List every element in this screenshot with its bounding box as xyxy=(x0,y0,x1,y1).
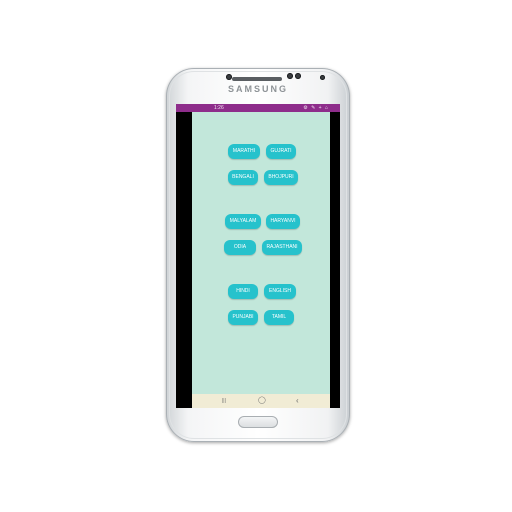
status-icons: ⚙ ✎ + ⌂ xyxy=(303,105,329,111)
language-button-tamil[interactable]: TAMIL xyxy=(264,310,294,325)
status-bar: 1:26 ⚙ ✎ + ⌂ xyxy=(176,104,340,112)
language-button-english[interactable]: ENGLISH xyxy=(264,284,296,299)
language-button-haryanvi[interactable]: HARYANVI xyxy=(266,214,300,229)
language-button-punjabi[interactable]: PUNJABI xyxy=(228,310,258,325)
phone-device: SAMSUNG 1:26 ⚙ ✎ + ⌂ MARATHI GUJRATI BEN… xyxy=(166,68,350,442)
language-button-hindi[interactable]: HINDI xyxy=(228,284,258,299)
language-button-odia[interactable]: ODIA xyxy=(224,240,256,255)
earpiece-speaker xyxy=(232,77,282,81)
phone-screen: 1:26 ⚙ ✎ + ⌂ MARATHI GUJRATI BENGALI BHO… xyxy=(176,104,340,408)
sensor-icon xyxy=(295,73,301,79)
language-button-malyalam[interactable]: MALYALAM xyxy=(225,214,261,229)
status-time: 1:26 xyxy=(214,105,224,111)
language-button-bhojpuri[interactable]: BHOJPURI xyxy=(264,170,298,185)
back-button[interactable]: ‹ xyxy=(296,394,299,408)
language-button-marathi[interactable]: MARATHI xyxy=(228,144,260,159)
stage: SAMSUNG 1:26 ⚙ ✎ + ⌂ MARATHI GUJRATI BEN… xyxy=(0,0,512,512)
language-button-bengali[interactable]: BENGALI xyxy=(228,170,258,185)
home-nav-button[interactable]: ◯ xyxy=(258,394,266,408)
recents-button[interactable]: ||| xyxy=(222,394,226,408)
sensor-icon xyxy=(287,73,293,79)
hardware-home-button[interactable] xyxy=(238,416,278,428)
app-content: MARATHI GUJRATI BENGALI BHOJPURI MALYALA… xyxy=(192,112,330,394)
language-button-gujrati[interactable]: GUJRATI xyxy=(266,144,296,159)
navigation-bar: ||| ◯ ‹ xyxy=(192,394,330,408)
brand-logo: SAMSUNG xyxy=(227,84,288,94)
sensor-icon xyxy=(320,75,325,80)
language-button-rajasthani[interactable]: RAJASTHANI xyxy=(262,240,302,255)
